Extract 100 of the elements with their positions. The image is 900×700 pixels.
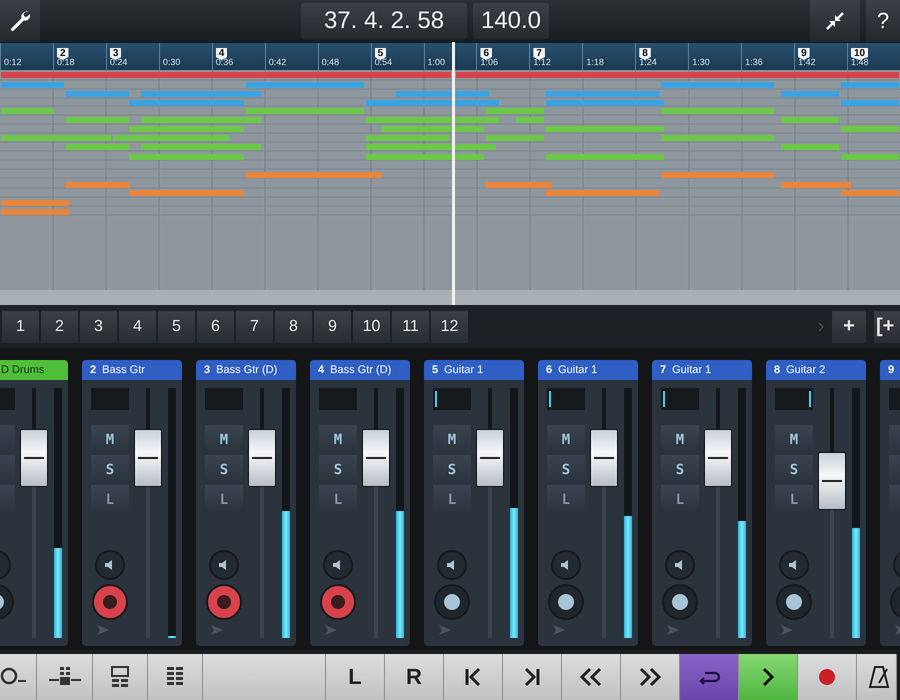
scene-button[interactable]: 1	[2, 310, 39, 342]
record-arm-button[interactable]	[662, 584, 698, 620]
record-button[interactable]	[798, 654, 857, 700]
text-button[interactable]: R	[385, 654, 444, 700]
loop-icon	[697, 669, 721, 685]
grid-button[interactable]	[148, 654, 203, 700]
grid-icon	[166, 666, 184, 688]
fader-handle[interactable]	[134, 429, 162, 487]
marker-flag[interactable]: 8	[639, 48, 651, 60]
forward-button[interactable]	[621, 654, 680, 700]
scene-button[interactable]: 5	[158, 310, 195, 342]
triangle-icon	[324, 624, 338, 636]
skip-end-icon	[522, 667, 542, 687]
record-arm-button[interactable]	[434, 584, 470, 620]
pan-display[interactable]	[547, 388, 585, 410]
position-display: 37. 4. 2. 58	[301, 3, 467, 39]
monitor-button[interactable]	[95, 550, 125, 580]
channel-number: 6	[546, 364, 552, 376]
marker-flag[interactable]: 10	[851, 48, 868, 60]
monitor-button[interactable]	[437, 550, 467, 580]
triangle-icon	[210, 624, 224, 636]
fader-handle[interactable]	[818, 452, 846, 510]
fast-forward-icon	[637, 667, 663, 687]
scene-button[interactable]: 8	[275, 310, 312, 342]
pan-display[interactable]	[775, 388, 813, 410]
channel-header[interactable]: 3 Bass Gtr (D)	[196, 360, 296, 380]
play-button[interactable]	[739, 654, 798, 700]
fader-handle[interactable]	[590, 429, 618, 487]
monitor-button[interactable]	[209, 550, 239, 580]
to-start-button[interactable]	[444, 654, 503, 700]
scene-button[interactable]: 7	[236, 310, 273, 342]
loop-button[interactable]	[680, 654, 739, 700]
record-arm-button[interactable]	[92, 584, 128, 620]
record-arm-button[interactable]	[206, 584, 242, 620]
time-label: 0:12	[4, 56, 23, 68]
add-scene-button[interactable]: +	[832, 310, 866, 342]
channel-name: Guitar 1	[444, 364, 484, 376]
fader-handle[interactable]	[362, 429, 390, 487]
triangle-icon	[780, 624, 794, 636]
channel-header[interactable]: 5 Guitar 1	[424, 360, 524, 380]
channel-header[interactable]: D Drums	[0, 360, 68, 380]
triangle-icon	[666, 624, 680, 636]
time-label: 1:36	[745, 56, 764, 68]
marker-flag[interactable]: 5	[374, 48, 386, 60]
knob-button[interactable]	[0, 654, 37, 700]
channel-header[interactable]: 8 Guitar 2	[766, 360, 866, 380]
rewind-button[interactable]	[562, 654, 621, 700]
time-label: 0:42	[268, 56, 288, 68]
mixer-layout-icon	[48, 666, 82, 688]
record-arm-button[interactable]	[320, 584, 356, 620]
marker-flag[interactable]: 2	[56, 48, 68, 60]
mixer-view-button[interactable]	[37, 654, 93, 700]
chevron-icon	[818, 322, 824, 332]
pan-display[interactable]	[661, 388, 699, 410]
record-arm-button[interactable]	[548, 584, 584, 620]
fader-handle[interactable]	[20, 429, 48, 487]
marker-flag[interactable]: 3	[110, 48, 122, 60]
pan-display[interactable]	[433, 388, 471, 410]
scene-button[interactable]: 4	[119, 310, 156, 342]
scene-button[interactable]: 10	[353, 310, 390, 342]
add-scene-button[interactable]: [+	[874, 310, 900, 342]
metronome-button[interactable]	[857, 654, 897, 700]
scene-button[interactable]: 9	[314, 310, 351, 342]
marker-flag[interactable]: 4	[216, 48, 228, 60]
channel-header[interactable]: 6 Guitar 1	[538, 360, 638, 380]
triangle-icon	[96, 624, 110, 636]
monitor-button[interactable]	[665, 550, 695, 580]
text-button[interactable]: L	[326, 654, 385, 700]
record-icon	[818, 668, 836, 686]
collapse-button[interactable]	[810, 0, 860, 42]
channel-name: Guitar 1	[558, 364, 598, 376]
monitor-button[interactable]	[323, 550, 353, 580]
fader-handle[interactable]	[248, 429, 276, 487]
settings-button[interactable]	[0, 0, 40, 42]
marker-flag[interactable]: 9	[798, 48, 810, 60]
to-end-button[interactable]	[503, 654, 562, 700]
scene-button[interactable]: 3	[80, 310, 117, 342]
channel-number: 5	[432, 364, 438, 376]
marker-flag[interactable]: 6	[480, 48, 492, 60]
monitor-button[interactable]	[779, 550, 809, 580]
record-arm-button[interactable]	[776, 584, 812, 620]
scene-button[interactable]: 11	[392, 310, 429, 342]
knob-icon	[0, 667, 26, 687]
channel-header[interactable]: 2 Bass Gtr	[82, 360, 182, 380]
channel-header[interactable]: 9	[880, 360, 900, 380]
marker-flag[interactable]: 7	[533, 48, 545, 60]
scene-button[interactable]: 6	[197, 310, 234, 342]
play-icon	[760, 667, 776, 687]
time-label: 1:18	[586, 56, 605, 68]
monitor-button[interactable]	[551, 550, 581, 580]
scene-button[interactable]: 2	[41, 310, 78, 342]
time-label: 0:30	[162, 56, 182, 68]
time-label: 0:48	[322, 56, 340, 68]
channel-header[interactable]: 4 Bass Gtr (D)	[310, 360, 410, 380]
help-button[interactable]: ?	[866, 0, 900, 42]
channel-number: 9	[888, 364, 894, 376]
scene-button[interactable]: 12	[431, 310, 468, 342]
fader-handle[interactable]	[704, 429, 732, 487]
channel-header[interactable]: 7 Guitar 1	[652, 360, 752, 380]
fader-handle[interactable]	[476, 429, 504, 487]
